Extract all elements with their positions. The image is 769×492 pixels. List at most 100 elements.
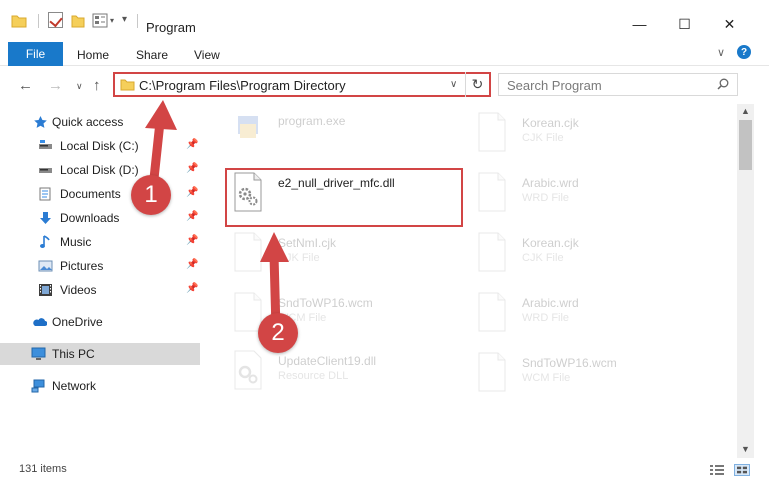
- generic-file-icon: [478, 112, 506, 152]
- nav-item-local-disk-c[interactable]: Local Disk (C:) 📌: [0, 135, 200, 157]
- scroll-thumb[interactable]: [739, 120, 752, 170]
- ribbon-tabs: File Home Share View ∨ ?: [0, 40, 769, 66]
- music-icon: [40, 235, 50, 248]
- file-name: SetNmI.cjk: [278, 236, 337, 250]
- pin-icon[interactable]: 📌: [186, 211, 198, 222]
- dll-file-icon: [234, 350, 262, 390]
- nav-label: OneDrive: [52, 315, 103, 329]
- folder-icon: [11, 15, 27, 28]
- maximize-button[interactable]: ☐: [662, 10, 707, 38]
- nav-label: Local Disk (C:): [60, 139, 139, 153]
- file-item[interactable]: Korean.cjk CJK File: [476, 230, 706, 276]
- this-pc-icon: [31, 347, 46, 360]
- item-count: 131 items: [19, 463, 67, 475]
- file-name: SndToWP16.wcm: [278, 296, 373, 310]
- generic-file-icon: [478, 292, 506, 332]
- nav-label: Downloads: [60, 211, 120, 225]
- back-arrow-icon[interactable]: ←: [18, 77, 33, 94]
- nav-label: Network: [52, 379, 97, 393]
- generic-file-icon: [478, 172, 506, 212]
- file-name: UpdateClient19.dll: [278, 354, 377, 368]
- chevron-down-icon[interactable]: ▾: [110, 16, 114, 25]
- nav-item-pictures[interactable]: Pictures 📌: [0, 255, 200, 277]
- nav-item-videos[interactable]: Videos 📌: [0, 279, 200, 301]
- file-list: program.exe e2_null_driver_mfc.dll SetNm…: [202, 104, 737, 458]
- nav-label: Local Disk (D:): [60, 163, 139, 177]
- nav-item-local-disk-d[interactable]: Local Disk (D:) 📌: [0, 159, 200, 181]
- minimize-button[interactable]: —: [617, 10, 662, 38]
- scroll-down-icon[interactable]: ▼: [741, 444, 750, 454]
- forward-arrow-icon[interactable]: →: [48, 77, 63, 94]
- close-button[interactable]: ✕: [707, 10, 752, 38]
- downloads-icon: [40, 212, 51, 224]
- scroll-up-icon[interactable]: ▲: [741, 106, 750, 116]
- file-item[interactable]: UpdateClient19.dll Resource DLL: [232, 348, 462, 394]
- file-item[interactable]: program.exe: [232, 108, 462, 154]
- vertical-scrollbar[interactable]: ▲ ▼: [737, 104, 754, 458]
- toolbar-separator: [38, 14, 39, 28]
- step-1-badge: 1: [131, 175, 171, 215]
- nav-item-quick-access[interactable]: Quick access: [0, 111, 200, 133]
- drive-icon: [39, 140, 52, 149]
- tab-home[interactable]: Home: [77, 48, 109, 62]
- nav-item-this-pc[interactable]: This PC: [0, 343, 200, 365]
- nav-item-network[interactable]: Network: [0, 375, 200, 397]
- pin-icon[interactable]: 📌: [186, 259, 198, 270]
- file-type: WCM File: [522, 372, 571, 384]
- search-input[interactable]: Search Program: [498, 73, 738, 96]
- file-name: SndToWP16.wcm: [522, 356, 617, 370]
- status-bar: 131 items: [0, 459, 769, 492]
- tab-share[interactable]: Share: [136, 48, 168, 62]
- view-options-icon[interactable]: [92, 13, 108, 28]
- file-item[interactable]: Arabic.wrd WRD File: [476, 290, 706, 336]
- chevron-down-icon[interactable]: ∨: [450, 79, 457, 90]
- drive-icon: [39, 168, 52, 173]
- file-type: WRD File: [522, 312, 570, 324]
- refresh-icon[interactable]: ↻: [465, 72, 489, 97]
- nav-item-music[interactable]: Music 📌: [0, 231, 200, 253]
- pictures-icon: [38, 260, 53, 272]
- address-path: C:\Program Files\Program Directory: [139, 78, 346, 93]
- pin-icon[interactable]: 📌: [186, 235, 198, 246]
- exe-file-icon: [238, 116, 258, 138]
- recent-locations-icon[interactable]: ∨: [76, 81, 83, 92]
- step-2-badge: 2: [258, 313, 298, 353]
- properties-check-icon[interactable]: [48, 12, 63, 28]
- generic-file-icon: [478, 352, 506, 392]
- tab-file[interactable]: File: [8, 42, 63, 66]
- pin-icon[interactable]: 📌: [186, 283, 198, 294]
- file-type: WRD File: [522, 192, 570, 204]
- expand-ribbon-icon[interactable]: ∨: [717, 46, 725, 59]
- details-view-icon[interactable]: [709, 464, 725, 476]
- new-folder-icon[interactable]: [71, 13, 85, 28]
- tab-view[interactable]: View: [194, 48, 220, 62]
- documents-icon: [39, 187, 51, 201]
- nav-item-downloads[interactable]: Downloads 📌: [0, 207, 200, 229]
- nav-label: Pictures: [60, 259, 104, 273]
- pin-icon[interactable]: 📌: [186, 139, 198, 150]
- customize-toolbar-icon[interactable]: ▾: [122, 14, 127, 25]
- nav-label: Music: [60, 235, 92, 249]
- file-item[interactable]: SndToWP16.wcm WCM File: [476, 350, 706, 396]
- file-item[interactable]: Arabic.wrd WRD File: [476, 170, 706, 216]
- pin-icon[interactable]: 📌: [186, 163, 198, 174]
- search-placeholder: Search Program: [507, 78, 602, 93]
- nav-label: Quick access: [52, 115, 124, 129]
- file-item[interactable]: Korean.cjk CJK File: [476, 110, 706, 156]
- file-name: Arabic.wrd: [522, 296, 579, 310]
- folder-icon: [120, 79, 135, 91]
- pin-icon[interactable]: 📌: [186, 187, 198, 198]
- nav-item-onedrive[interactable]: OneDrive: [0, 311, 200, 333]
- file-name: program.exe: [278, 114, 346, 128]
- file-item[interactable]: SetNmI.cjk CJK File: [232, 230, 462, 276]
- large-icons-view-icon[interactable]: [734, 464, 750, 476]
- star-icon: [34, 116, 47, 128]
- file-name: Korean.cjk: [522, 116, 579, 130]
- search-icon[interactable]: [717, 78, 729, 90]
- nav-label: Videos: [60, 283, 97, 297]
- help-icon[interactable]: ?: [737, 45, 751, 59]
- up-arrow-icon[interactable]: ↑: [93, 77, 101, 94]
- file-type: Resource DLL: [278, 370, 349, 382]
- address-bar[interactable]: C:\Program Files\Program Directory ∨ ↻: [113, 72, 491, 97]
- navigation-bar: ← → ∨ ↑ C:\Program Files\Program Directo…: [0, 67, 769, 103]
